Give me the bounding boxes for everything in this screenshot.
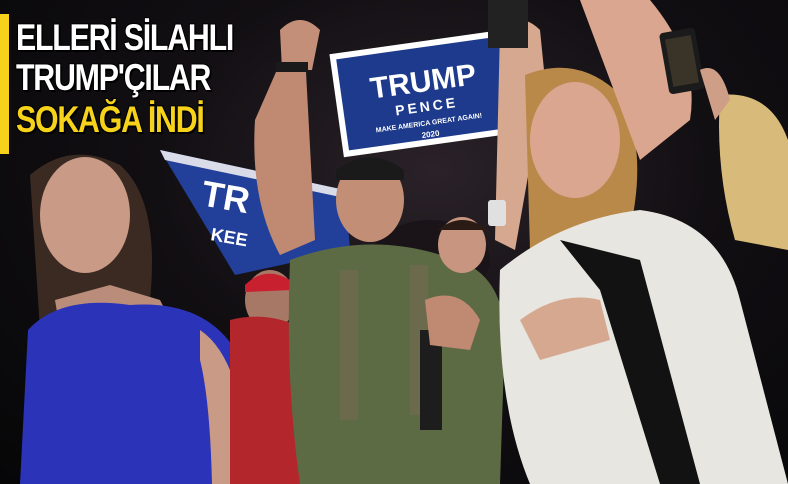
woman-white-shirt — [488, 0, 788, 484]
banner-text: TR — [199, 173, 253, 222]
blonde-person-right — [700, 68, 788, 250]
trump-pence-sign: TRUMP PENCE MAKE AMERICA GREAT AGAIN! 20… — [329, 29, 521, 158]
headline-accent-bar — [0, 14, 9, 154]
phone-small — [488, 200, 506, 226]
headline-block: ELLERİ SİLAHLI TRUMP'ÇILAR SOKAĞA İNDİ — [0, 10, 250, 158]
headline-line-2: TRUMP'ÇILAR — [16, 57, 211, 98]
headline-line-1: ELLERİ SİLAHLI — [16, 17, 234, 58]
headline-line-3: SOKAĞA İNDİ — [16, 99, 205, 140]
news-photo: TR KEE TRUMP PENCE MAKE AMERICA GREAT AG… — [0, 0, 788, 484]
